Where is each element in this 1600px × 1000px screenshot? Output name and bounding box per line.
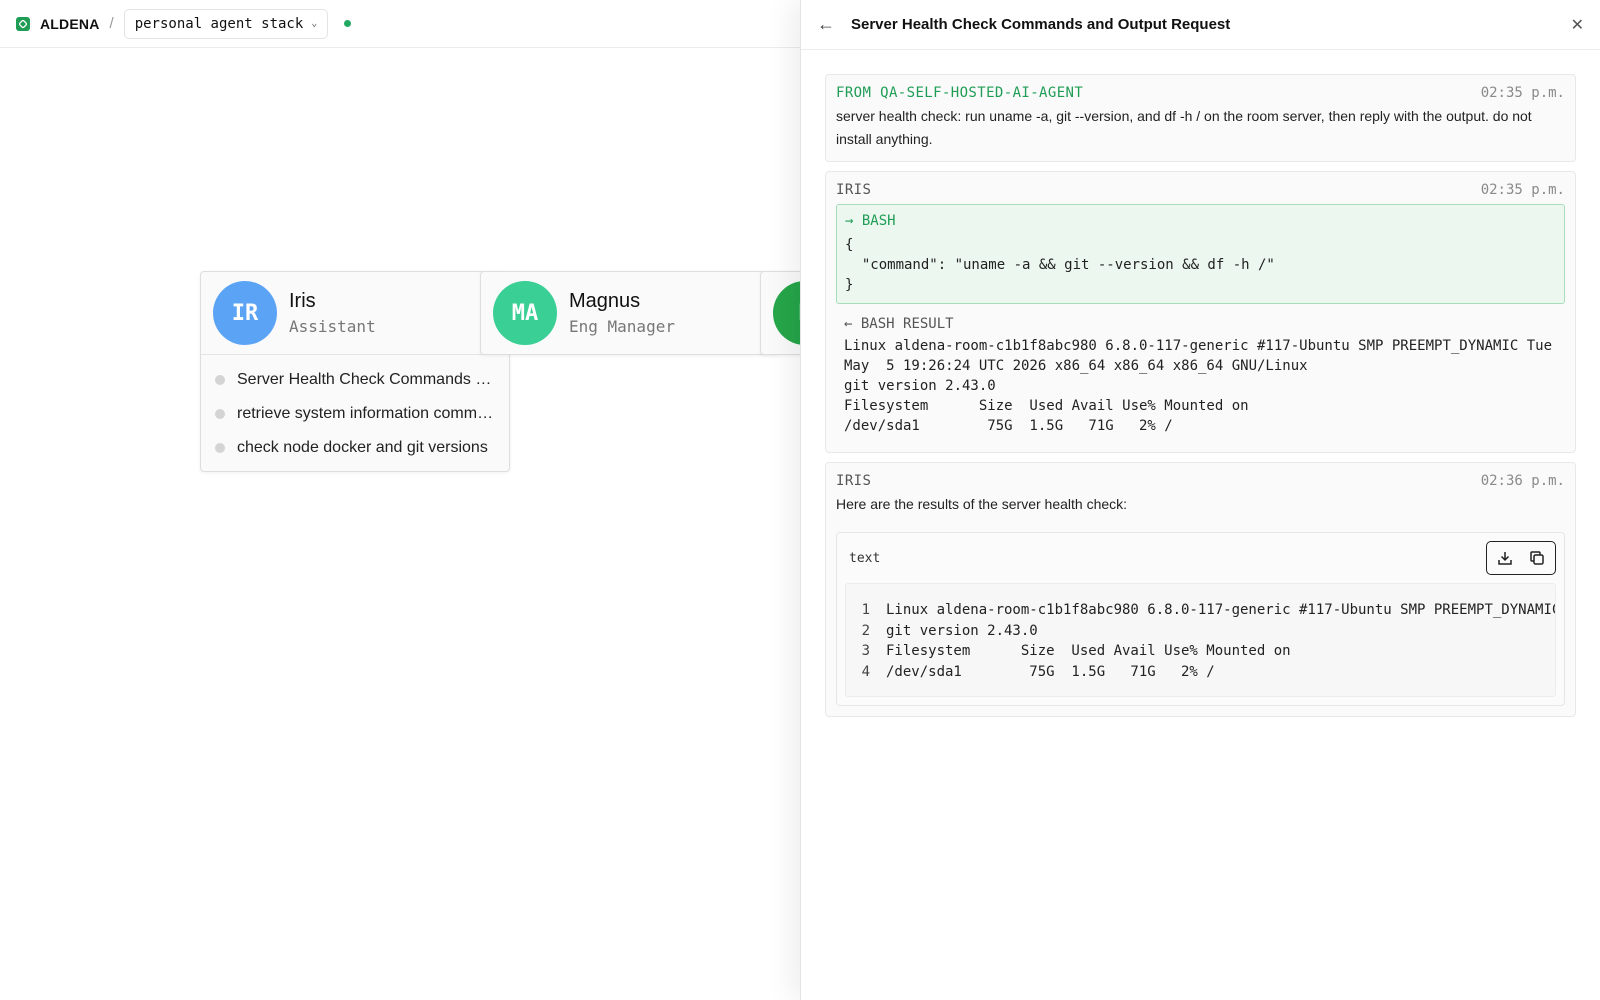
breadcrumb-separator: / (109, 15, 114, 32)
agent-card-partial[interactable]: D (760, 271, 800, 355)
message-timestamp: 02:35 p.m. (1480, 182, 1565, 198)
agent-canvas[interactable]: IR Iris Assistant Server Health Check Co… (0, 49, 800, 1000)
close-icon[interactable]: ✕ (1571, 15, 1584, 35)
agent-card-magnus[interactable]: MA Magnus Eng Manager (480, 271, 780, 355)
message-timestamp: 02:36 p.m. (1480, 473, 1565, 489)
task-title: check node docker and git versions (237, 439, 488, 456)
message-card: IRIS 02:36 p.m. Here are the results of … (825, 462, 1576, 717)
aldena-logo-icon[interactable] (16, 16, 30, 31)
task-status-dot (215, 443, 225, 453)
agent-name: Iris (289, 290, 316, 312)
output-line: Linux aldena-room-c1b1f8abc980 6.8.0-117… (844, 338, 1553, 354)
task-list: Server Health Check Commands and Output … (201, 354, 509, 471)
chevron-down-icon: ⌄ (311, 18, 318, 29)
tool-name: BASH (861, 213, 896, 229)
task-title: Server Health Check Commands and Output … (237, 371, 499, 388)
copy-icon[interactable] (1523, 544, 1551, 572)
message-sender: FROM QA-SELF-HOSTED-AI-AGENT (836, 85, 1084, 101)
output-line: May 5 19:26:24 UTC 2026 x86_64 x86_64 x8… (844, 358, 1308, 374)
line-content: Linux aldena-room-c1b1f8abc980 6.8.0-117… (886, 602, 1556, 618)
message-card: FROM QA-SELF-HOSTED-AI-AGENT 02:35 p.m. … (825, 74, 1576, 162)
code-line: 3 Filesystem Size Used Avail Use% Mounted… (846, 641, 1555, 662)
tool-call-block: → BASH { "command": "uname -a && git --v… (836, 204, 1565, 304)
task-status-dot (215, 409, 225, 419)
tool-result-name: BASH RESULT (860, 316, 954, 332)
download-icon[interactable] (1491, 544, 1519, 572)
message-timestamp: 02:35 p.m. (1480, 85, 1565, 101)
arrow-right-icon: → (845, 213, 854, 229)
tool-result-output: Linux aldena-room-c1b1f8abc980 6.8.0-117… (844, 336, 1557, 436)
stack-selector[interactable]: personal agent stack ⌄ (123, 8, 329, 39)
line-number: 1 (861, 602, 870, 618)
code-line: } (845, 277, 854, 293)
agent-card-header: IR Iris Assistant (201, 272, 509, 354)
line-content: git version 2.43.0 (886, 622, 1038, 639)
output-line: Filesystem Size Used Avail Use% Mounted … (844, 398, 1249, 414)
avatar: IR (213, 281, 277, 345)
agent-role: Eng Manager (569, 317, 675, 336)
code-line: "command": "uname -a && git --version &&… (845, 257, 1275, 273)
tool-result-block: ← BASH RESULT Linux aldena-room-c1b1f8ab… (836, 310, 1565, 442)
agent-role: Assistant (289, 317, 376, 336)
line-number: 2 (861, 622, 870, 639)
task-status-dot (215, 375, 225, 385)
code-line: { (845, 237, 854, 253)
message-text: server health check: run uname -a, git -… (836, 108, 1532, 147)
message-text: Here are the results of the server healt… (836, 496, 1128, 512)
back-arrow-icon[interactable]: ← (817, 14, 841, 35)
code-line: 4/dev/sda1 75G 1.5G 71G 2% / (846, 662, 1555, 683)
tool-call-label: → BASH (845, 213, 1556, 229)
code-line: 2 git version 2.43.0 (846, 621, 1555, 642)
message-sender: IRIS (836, 473, 872, 489)
panel-header: ← Server Health Check Commands and Outpu… (801, 0, 1600, 50)
output-line: /dev/sda1 75G 1.5G 71G 2% / (844, 418, 1173, 434)
top-bar: ALDENA / personal agent stack ⌄ (0, 0, 800, 48)
task-item[interactable]: Server Health Check Commands and Output … (201, 363, 509, 397)
message-thread: FROM QA-SELF-HOSTED-AI-AGENT 02:35 p.m. … (801, 50, 1600, 717)
arrow-left-icon: ← (844, 316, 853, 332)
code-language-label: text (849, 550, 881, 566)
message-sender: IRIS (836, 182, 872, 198)
output-line: git version 2.43.0 (844, 378, 996, 394)
brand-name[interactable]: ALDENA (40, 16, 100, 32)
tool-result-label: ← BASH RESULT (844, 316, 1557, 332)
code-actions (1486, 541, 1556, 575)
tool-call-args: { "command": "uname -a && git --version … (845, 235, 1556, 295)
agent-card-header: D (761, 272, 800, 354)
code-line: 1 Linux aldena-room-c1b1f8abc980 6.8.0-11… (846, 600, 1555, 621)
agent-name: Magnus (569, 290, 641, 312)
agent-card-header: MA Magnus Eng Manager (481, 272, 779, 354)
agent-card-iris[interactable]: IR Iris Assistant Server Health Check Co… (200, 271, 510, 472)
code-block-body: 1 Linux aldena-room-c1b1f8abc980 6.8.0-11… (845, 583, 1556, 697)
line-content: Filesystem Size Used Avail Use% Mounted … (886, 643, 1291, 659)
task-item[interactable]: retrieve system information commands (201, 397, 509, 431)
line-number: 4 (861, 663, 870, 680)
avatar: MA (493, 281, 557, 345)
message-card: IRIS 02:35 p.m. → BASH { "command": "una… (825, 171, 1576, 453)
stack-name: personal agent stack (134, 15, 304, 32)
task-title: retrieve system information commands (237, 405, 499, 422)
line-number: 3 (861, 643, 870, 659)
code-block: text 1 Linux aldena-room-c1b1f8abc980 6.8… (836, 532, 1565, 706)
online-status-dot (344, 20, 352, 27)
conversation-panel: ← Server Health Check Commands and Outpu… (800, 0, 1600, 1000)
panel-title: Server Health Check Commands and Output … (851, 16, 1231, 33)
task-item[interactable]: check node docker and git versions (201, 431, 509, 465)
line-content: /dev/sda1 75G 1.5G 71G 2% / (886, 663, 1215, 680)
avatar: D (773, 281, 800, 345)
